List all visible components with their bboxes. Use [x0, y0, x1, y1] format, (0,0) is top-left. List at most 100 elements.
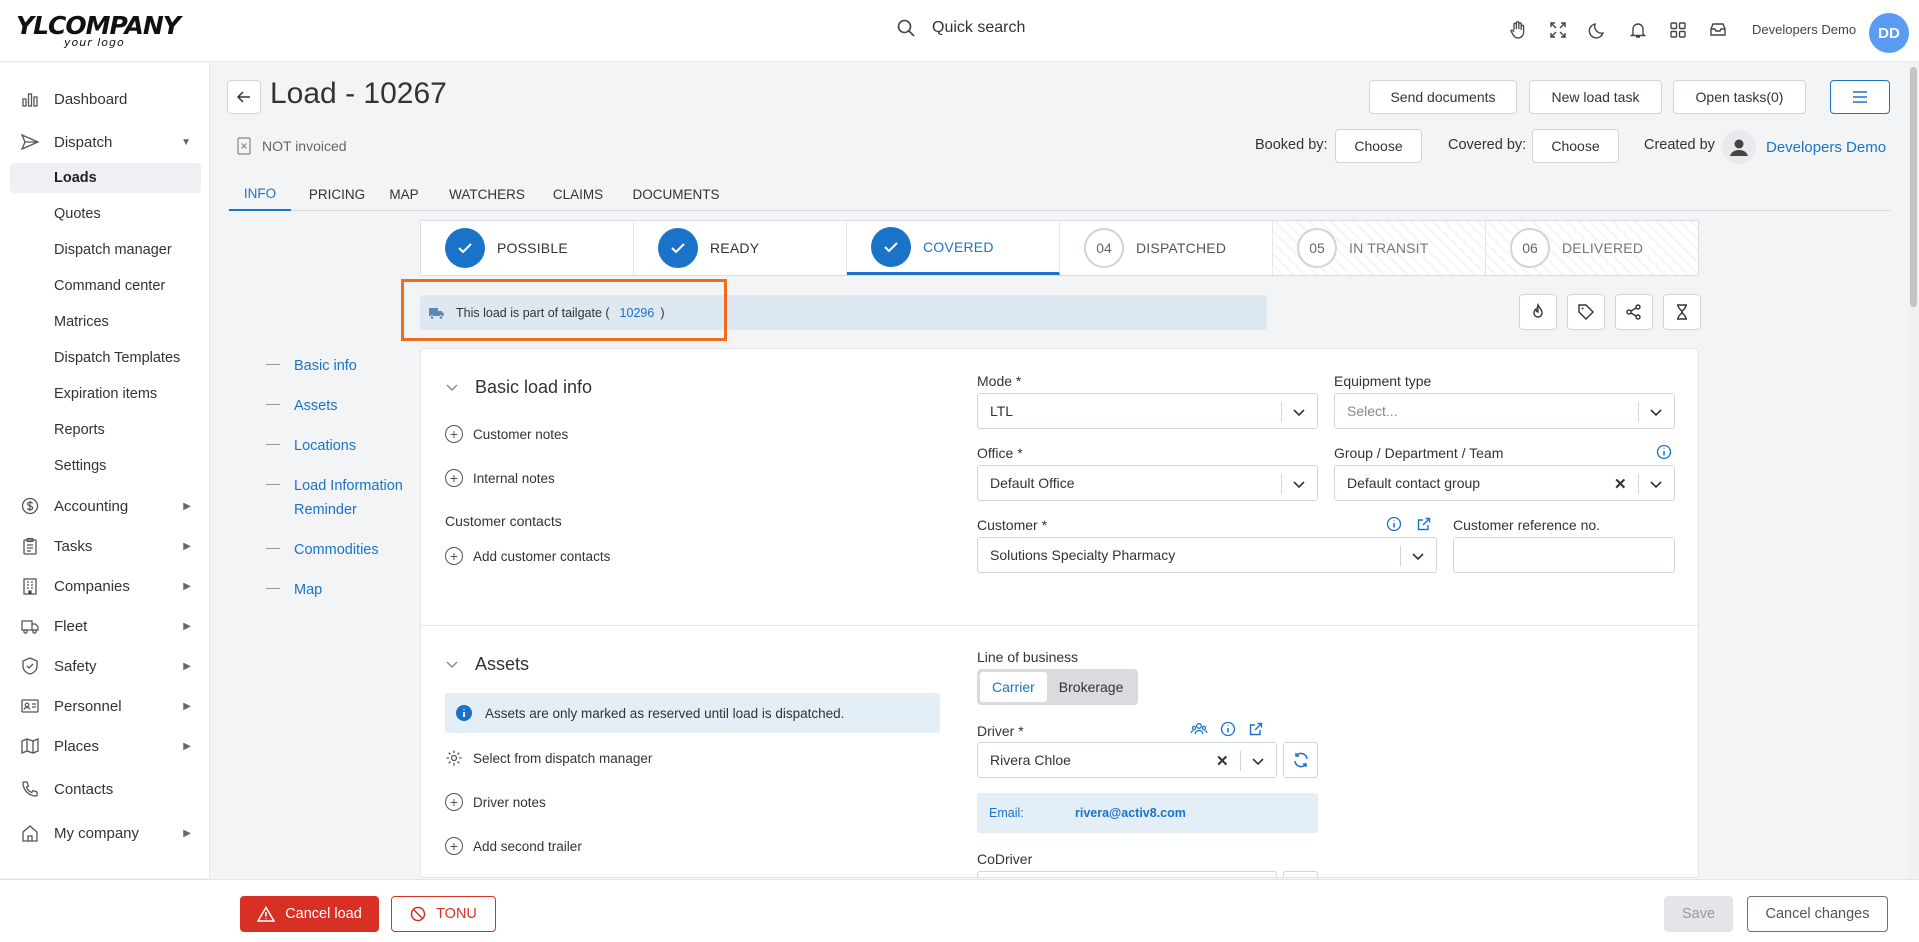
sidebar-item-my-company[interactable]: My company ▶: [10, 817, 201, 849]
user-name[interactable]: Developers Demo: [1752, 22, 1856, 37]
anchor-load-information-reminder[interactable]: Load Information Reminder: [266, 474, 414, 522]
step-covered[interactable]: COVERED: [847, 221, 1060, 275]
info-icon[interactable]: [1385, 515, 1403, 533]
clear-icon[interactable]: ✕: [1216, 752, 1229, 770]
driver-select[interactable]: Rivera Chloe ✕: [977, 742, 1277, 778]
fullscreen-icon[interactable]: [1546, 18, 1570, 42]
sidebar-item-places[interactable]: Places ▶: [10, 730, 201, 762]
cancel-load-button[interactable]: Cancel load: [240, 896, 379, 932]
menu-button[interactable]: [1830, 80, 1890, 114]
tab-documents[interactable]: DOCUMENTS: [633, 178, 720, 211]
company-logo[interactable]: YLCOMPANY your logo: [16, 12, 181, 52]
refresh-codriver-button[interactable]: [1283, 871, 1318, 877]
inbox-icon[interactable]: [1706, 18, 1730, 42]
select-from-dispatch-manager-button[interactable]: Select from dispatch manager: [445, 749, 652, 767]
customer-reference-input[interactable]: [1453, 537, 1675, 573]
step-dispatched[interactable]: 04 DISPATCHED: [1060, 221, 1273, 275]
step-in-transit[interactable]: 05 IN TRANSIT: [1273, 221, 1486, 275]
sidebar-item-personnel[interactable]: Personnel ▶: [10, 690, 201, 722]
refresh-driver-button[interactable]: [1283, 742, 1318, 778]
sidebar-sub-quotes[interactable]: Quotes: [10, 199, 201, 229]
hourglass-icon[interactable]: [1663, 294, 1701, 330]
tab-claims[interactable]: CLAIMS: [553, 178, 603, 211]
sidebar-sub-settings[interactable]: Settings: [10, 451, 201, 481]
info-icon[interactable]: [1655, 443, 1673, 461]
hamburger-icon: [1853, 91, 1867, 103]
fire-icon[interactable]: [1519, 294, 1557, 330]
codriver-select[interactable]: [977, 871, 1277, 877]
anchor-basic-info[interactable]: Basic info: [266, 354, 414, 378]
tab-pricing[interactable]: PRICING: [306, 178, 368, 211]
send-documents-button[interactable]: Send documents: [1369, 80, 1517, 114]
quick-search[interactable]: Quick search: [896, 18, 1025, 38]
sidebar-sub-dispatch-templates[interactable]: Dispatch Templates: [10, 343, 201, 373]
equipment-type-select[interactable]: Select...: [1334, 393, 1675, 429]
sidebar-item-fleet[interactable]: Fleet ▶: [10, 610, 201, 642]
gear-icon: [445, 749, 463, 767]
tab-watchers[interactable]: WATCHERS: [449, 178, 525, 211]
basic-info-title: Basic load info: [475, 377, 593, 397]
apps-grid-icon[interactable]: [1666, 18, 1690, 42]
assets-section-header[interactable]: Assets: [445, 654, 529, 675]
sidebar-item-contacts[interactable]: Contacts: [10, 773, 201, 805]
users-icon[interactable]: [1190, 720, 1208, 738]
save-button[interactable]: Save: [1664, 896, 1733, 932]
sidebar-sub-loads[interactable]: Loads: [10, 163, 201, 193]
anchor-locations[interactable]: Locations: [266, 434, 414, 458]
step-ready[interactable]: READY: [634, 221, 847, 275]
created-by-user[interactable]: Developers Demo: [1722, 130, 1886, 164]
scrollbar-thumb[interactable]: [1910, 67, 1917, 307]
sidebar-item-accounting[interactable]: Accounting ▶: [10, 490, 201, 522]
tab-info[interactable]: INFO: [229, 178, 291, 211]
open-tasks-button[interactable]: Open tasks(0): [1673, 80, 1806, 114]
anchor-commodities[interactable]: Commodities: [266, 538, 414, 562]
tab-map[interactable]: MAP: [388, 178, 420, 211]
sidebar-sub-dispatch-manager[interactable]: Dispatch manager: [10, 235, 201, 265]
customer-select[interactable]: Solutions Specialty Pharmacy: [977, 537, 1437, 573]
add-customer-contacts-button[interactable]: + Add customer contacts: [445, 547, 610, 565]
sidebar-item-tasks[interactable]: Tasks ▶: [10, 530, 201, 562]
chevron-down-icon: ▼: [181, 136, 191, 148]
step-delivered[interactable]: 06 DELIVERED: [1486, 221, 1698, 275]
group-select[interactable]: Default contact group ✕: [1334, 465, 1675, 501]
lob-brokerage-option[interactable]: Brokerage: [1047, 672, 1136, 702]
sidebar-sub-expiration-items[interactable]: Expiration items: [10, 379, 201, 409]
step-label: POSSIBLE: [497, 240, 568, 256]
back-button[interactable]: [227, 80, 261, 114]
anchor-map[interactable]: Map: [266, 578, 414, 602]
internal-notes-button[interactable]: + Internal notes: [445, 469, 555, 487]
covered-by-choose-button[interactable]: Choose: [1532, 129, 1619, 163]
sidebar-item-safety[interactable]: Safety ▶: [10, 650, 201, 682]
mode-select[interactable]: LTL: [977, 393, 1318, 429]
sidebar-sub-matrices[interactable]: Matrices: [10, 307, 201, 337]
sidebar-item-dispatch[interactable]: Dispatch ▼: [10, 126, 201, 158]
email-value[interactable]: rivera@activ8.com: [1075, 806, 1186, 820]
office-select[interactable]: Default Office: [977, 465, 1318, 501]
driver-notes-button[interactable]: + Driver notes: [445, 793, 546, 811]
basic-info-section-header[interactable]: Basic load info: [445, 377, 592, 398]
page-scrollbar[interactable]: [1908, 63, 1919, 878]
anchor-assets[interactable]: Assets: [266, 394, 414, 418]
new-load-task-button[interactable]: New load task: [1529, 80, 1662, 114]
sidebar-sub-reports[interactable]: Reports: [10, 415, 201, 445]
moon-icon[interactable]: [1586, 18, 1610, 42]
share-icon[interactable]: [1615, 294, 1653, 330]
bell-icon[interactable]: [1626, 18, 1650, 42]
cancel-changes-button[interactable]: Cancel changes: [1747, 896, 1888, 932]
external-link-icon[interactable]: [1415, 515, 1433, 533]
tag-icon[interactable]: [1567, 294, 1605, 330]
hand-icon[interactable]: [1506, 18, 1530, 42]
customer-notes-button[interactable]: + Customer notes: [445, 425, 568, 443]
info-icon[interactable]: [1219, 720, 1237, 738]
tonu-button[interactable]: TONU: [391, 896, 496, 932]
sidebar-item-dashboard[interactable]: Dashboard: [10, 83, 201, 115]
step-possible[interactable]: POSSIBLE: [421, 221, 634, 275]
sidebar-item-companies[interactable]: Companies ▶: [10, 570, 201, 602]
lob-carrier-option[interactable]: Carrier: [980, 672, 1047, 702]
user-avatar[interactable]: DD: [1869, 13, 1909, 53]
external-link-icon[interactable]: [1247, 720, 1265, 738]
add-second-trailer-button[interactable]: + Add second trailer: [445, 837, 582, 855]
clear-icon[interactable]: ✕: [1614, 475, 1627, 493]
sidebar-sub-command-center[interactable]: Command center: [10, 271, 201, 301]
booked-by-choose-button[interactable]: Choose: [1335, 129, 1422, 163]
